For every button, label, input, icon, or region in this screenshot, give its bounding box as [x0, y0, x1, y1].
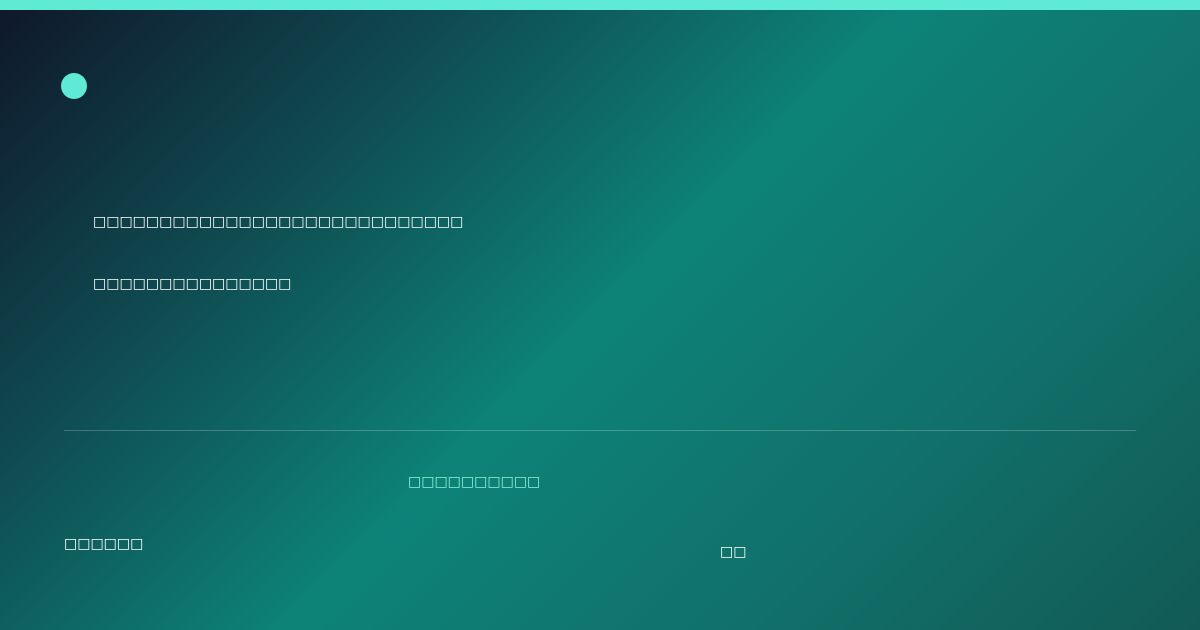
footer-link[interactable]: □□□□□□□□□□ [408, 472, 540, 492]
subline-text: □□□□□□□□□□□□□□□ [93, 276, 292, 292]
footer-divider [64, 430, 1136, 431]
top-accent-bar [0, 0, 1200, 10]
footer-right-text: □□ [720, 544, 747, 560]
footer-left-text: □□□□□□ [64, 536, 144, 552]
brand-logo-icon [61, 73, 87, 99]
headline-text: □□□□□□□□□□□□□□□□□□□□□□□□□□□□ [93, 214, 464, 230]
